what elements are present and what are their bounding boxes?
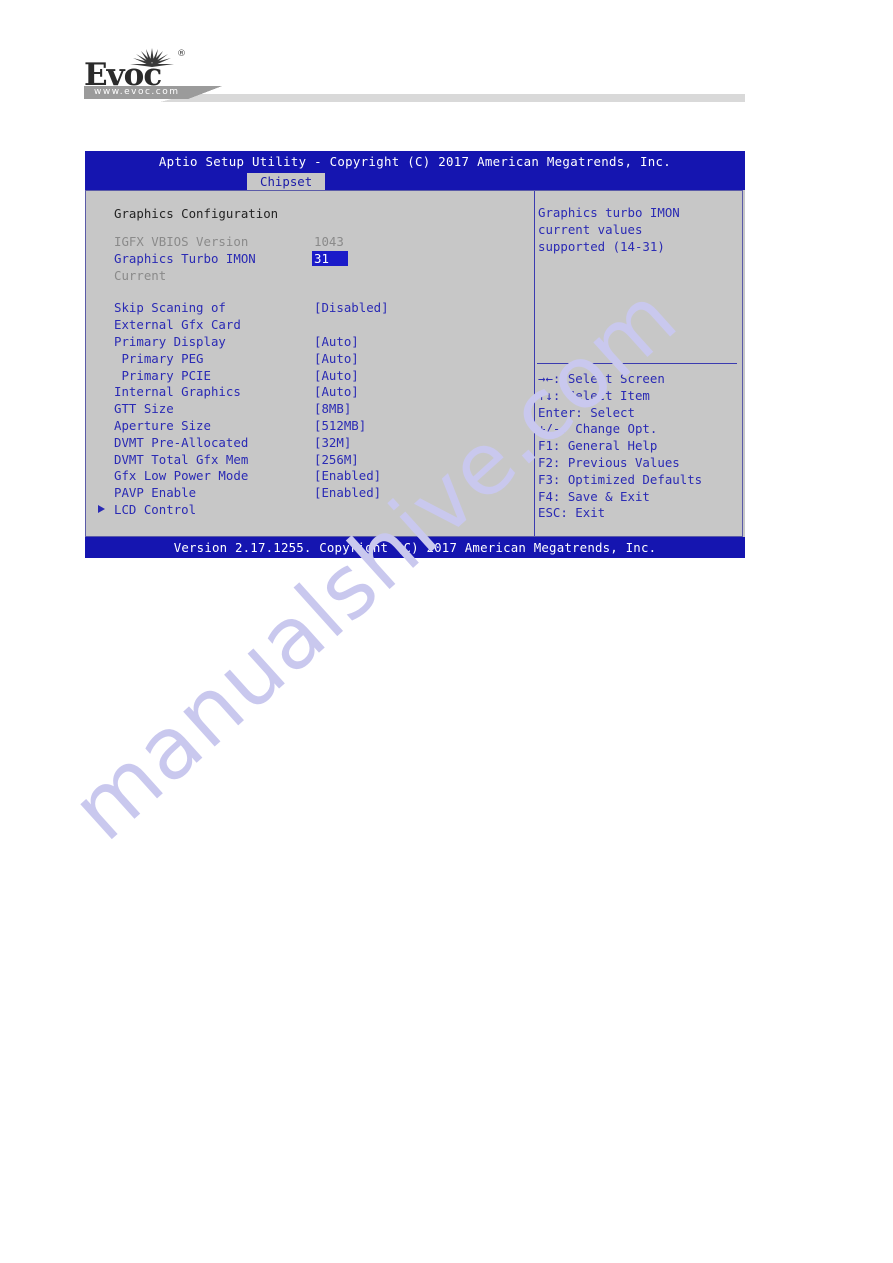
help-line-3: supported (14-31) — [538, 238, 665, 254]
section-title: Graphics Configuration — [114, 206, 279, 221]
registered-mark: ® — [177, 49, 186, 59]
settings-row-value[interactable]: [Auto] — [314, 367, 359, 384]
bios-content-area: Graphics Configuration IGFX VBIOS Versio… — [85, 190, 743, 537]
settings-row-label: Skip Scaning of — [114, 300, 226, 316]
help-pane: Graphics turbo IMON current values suppo… — [535, 191, 742, 536]
key-legend-line: Enter: Select — [538, 404, 635, 420]
settings-row[interactable]: PAVP Enable [Enabled] — [86, 484, 534, 501]
key-legend-line: ↑↓: Select Item — [538, 387, 650, 403]
bios-title: Aptio Setup Utility - Copyright (C) 2017… — [85, 151, 745, 173]
help-line-1: Graphics turbo IMON — [538, 205, 680, 220]
key-legend: →←: Select Screen ↑↓: Select Item Enter: S… — [538, 371, 740, 522]
settings-row-label: DVMT Pre-Allocated — [114, 434, 249, 450]
bios-tab-bar: Chipset — [85, 173, 745, 190]
settings-row[interactable]: DVMT Pre-Allocated [32M] — [86, 434, 534, 451]
settings-row-label: Internal Graphics — [114, 384, 241, 400]
settings-row[interactable]: Primary Display [Auto] — [86, 333, 534, 350]
bios-setup-window: Aptio Setup Utility - Copyright (C) 2017… — [85, 151, 745, 558]
banner-light-bar — [188, 94, 745, 102]
key-legend-line: F3: Optimized Defaults — [538, 471, 703, 487]
settings-row-label: External Gfx Card — [114, 317, 241, 333]
key-legend-line: →←: Select Screen — [538, 371, 665, 386]
settings-row-value[interactable]: [Auto] — [314, 333, 359, 350]
settings-row-label: Graphics Turbo IMON — [114, 250, 256, 266]
settings-row-value[interactable]: [256M] — [314, 451, 359, 468]
banner-dark-slope — [188, 86, 222, 99]
settings-row[interactable]: Gfx Low Power Mode [Enabled] — [86, 467, 534, 484]
settings-row[interactable]: LCD Control — [86, 501, 534, 518]
settings-row-value[interactable]: [8MB] — [314, 400, 351, 417]
settings-row[interactable]: Aperture Size [512MB] — [86, 417, 534, 434]
settings-row: IGFX VBIOS Version 1043 — [86, 233, 534, 250]
settings-row-label: Gfx Low Power Mode — [114, 468, 249, 484]
tab-chipset[interactable]: Chipset — [247, 173, 326, 190]
key-legend-line: F2: Previous Values — [538, 454, 680, 470]
settings-row-label: Primary PCIE — [114, 367, 211, 383]
settings-row[interactable]: DVMT Total Gfx Mem [256M] — [86, 451, 534, 468]
settings-row-label: GTT Size — [114, 401, 174, 417]
settings-row-value[interactable]: [32M] — [314, 434, 351, 451]
settings-row-value[interactable]: [Enabled] — [314, 484, 381, 501]
settings-row-label: IGFX VBIOS Version — [114, 234, 249, 249]
settings-row[interactable]: Graphics Turbo IMON 31 — [86, 250, 534, 267]
settings-row[interactable]: External Gfx Card — [86, 316, 534, 333]
settings-row-label: Aperture Size — [114, 418, 211, 433]
settings-row-value[interactable]: [Disabled] — [314, 299, 389, 316]
help-separator — [537, 363, 737, 364]
bios-footer: Version 2.17.1255. Copyright (C) 2017 Am… — [85, 537, 745, 558]
settings-row-value[interactable]: [512MB] — [314, 417, 366, 434]
submenu-arrow-icon — [98, 505, 105, 513]
settings-row-value-selected[interactable]: 31 — [312, 250, 348, 266]
settings-row[interactable]: Skip Scaning of [Disabled] — [86, 299, 534, 316]
settings-row[interactable]: Primary PEG [Auto] — [86, 350, 534, 367]
key-legend-line: F1: General Help — [538, 438, 658, 454]
page-letterhead: ® Evoc www.evoc.com — [0, 0, 893, 120]
settings-row-value[interactable]: [Enabled] — [314, 467, 381, 484]
key-legend-line: +/-: Change Opt. — [538, 421, 658, 437]
settings-row[interactable]: GTT Size [8MB] — [86, 400, 534, 417]
settings-row-label: PAVP Enable — [114, 485, 197, 501]
help-line-2: current values — [538, 221, 643, 237]
settings-row-label: DVMT Total Gfx Mem — [114, 451, 249, 467]
settings-row[interactable]: Internal Graphics [Auto] — [86, 383, 534, 400]
key-legend-line: F4: Save & Exit — [538, 488, 650, 504]
settings-row-label: Primary Display — [114, 334, 226, 349]
settings-pane: Graphics Configuration IGFX VBIOS Versio… — [86, 191, 534, 536]
settings-row-value: 1043 — [314, 234, 344, 249]
settings-row-value[interactable]: [Auto] — [314, 350, 359, 367]
settings-row[interactable]: Primary PCIE [Auto] — [86, 367, 534, 384]
settings-row: Current — [86, 267, 534, 284]
key-legend-line: ESC: Exit — [538, 505, 606, 521]
settings-row-label: LCD Control — [114, 502, 197, 517]
settings-row-label: Current — [114, 267, 167, 283]
settings-row-value[interactable]: [Auto] — [314, 383, 359, 400]
brand-url: www.evoc.com — [94, 87, 180, 97]
settings-row-label: Primary PEG — [114, 350, 204, 366]
help-description: Graphics turbo IMON current values suppo… — [538, 205, 738, 255]
